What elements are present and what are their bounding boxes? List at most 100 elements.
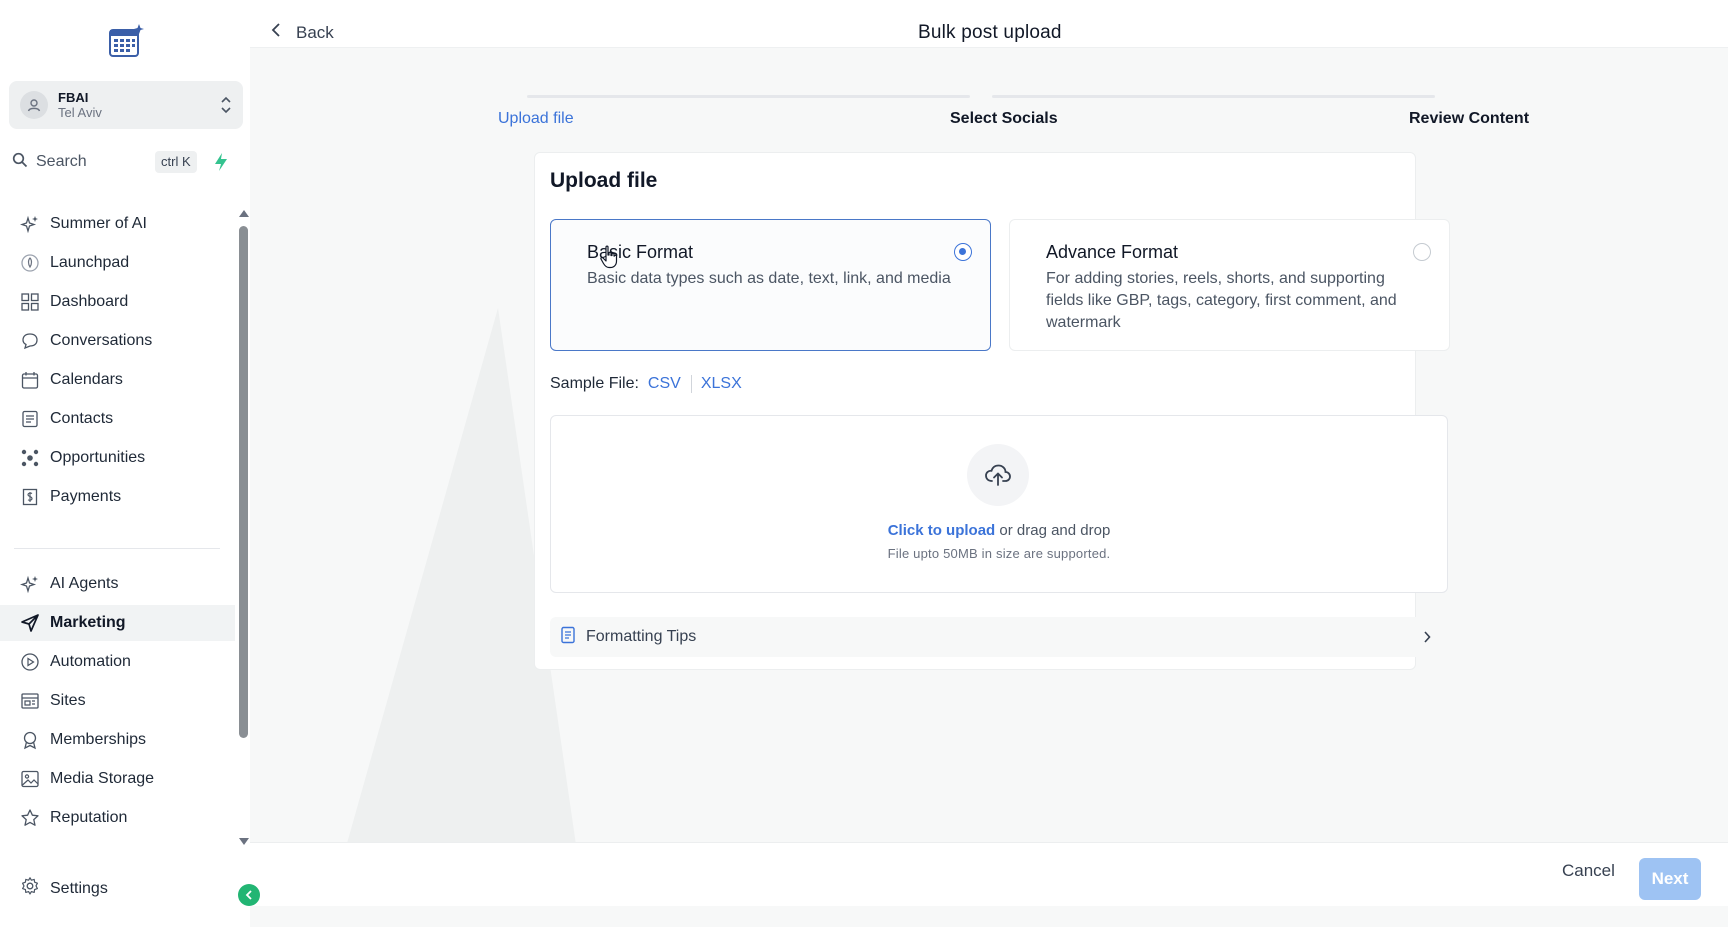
chevron-left-icon xyxy=(270,22,282,43)
opportunities-icon xyxy=(20,448,40,468)
rocket-icon xyxy=(20,253,40,273)
sidebar: FBAI Tel Aviv Search ctrl K Summer of AI… xyxy=(0,0,250,927)
footer-bar: Cancel Next xyxy=(250,842,1728,906)
gear-icon xyxy=(20,876,40,901)
sidebar-item-opportunities[interactable]: Opportunities xyxy=(0,440,235,476)
step-progress-line xyxy=(527,95,970,98)
file-dropzone[interactable]: Click to upload or drag and drop File up… xyxy=(550,415,1448,593)
step-upload-file: Upload file xyxy=(498,110,574,127)
settings-label: Settings xyxy=(50,879,108,897)
document-icon xyxy=(560,626,576,649)
sidebar-item-contacts[interactable]: Contacts xyxy=(0,401,235,437)
bottom-strip xyxy=(250,906,1728,927)
sidebar-item-label: Conversations xyxy=(50,332,153,349)
search-label: Search xyxy=(36,153,87,170)
chat-icon xyxy=(20,331,40,351)
account-location: Tel Aviv xyxy=(58,105,102,120)
advance-format-radio[interactable] xyxy=(1413,243,1431,261)
sidebar-item-payments[interactable]: Payments xyxy=(0,479,235,515)
sidebar-item-calendars[interactable]: Calendars xyxy=(0,362,235,398)
formatting-tips-accordion[interactable]: Formatting Tips xyxy=(550,617,1448,657)
sidebar-item-label: Automation xyxy=(50,653,131,670)
play-icon xyxy=(20,652,40,672)
chevron-left-icon xyxy=(245,890,252,900)
next-button[interactable]: Next xyxy=(1639,858,1701,900)
cancel-button[interactable]: Cancel xyxy=(1562,861,1615,881)
sidebar-item-label: Payments xyxy=(50,488,122,505)
step-progress-line xyxy=(992,95,1435,98)
top-bar: Back Bulk post upload xyxy=(250,0,1728,48)
sidebar-item-label: Contacts xyxy=(50,410,114,427)
advance-format-option[interactable]: Advance Format For adding stories, reels… xyxy=(1009,219,1450,351)
format-title: Advance Format xyxy=(1046,242,1179,262)
divider xyxy=(690,375,692,393)
sidebar-item-dashboard[interactable]: Dashboard xyxy=(0,284,235,320)
account-switcher[interactable]: FBAI Tel Aviv xyxy=(9,81,243,129)
sidebar-item-conversations[interactable]: Conversations xyxy=(0,323,235,359)
sidebar-scrollbar[interactable] xyxy=(236,210,250,850)
upload-card: Upload file Basic Format Basic data type… xyxy=(534,152,1450,670)
hand-cursor-icon xyxy=(599,245,619,269)
avatar xyxy=(20,91,48,119)
sites-icon xyxy=(20,691,40,711)
contacts-icon xyxy=(20,409,40,429)
sidebar-item-label: Sites xyxy=(50,692,86,709)
sidebar-item-sites[interactable]: Sites xyxy=(0,683,235,719)
sidebar-item-marketing[interactable]: Marketing xyxy=(0,605,235,641)
upload-instructions: Click to upload or drag and drop xyxy=(551,522,1447,539)
chevron-right-icon xyxy=(1422,629,1432,645)
scroll-thumb[interactable] xyxy=(239,226,248,738)
sidebar-item-settings[interactable]: Settings xyxy=(20,876,108,901)
sparkle-icon xyxy=(20,574,40,594)
upload-rest-text: or drag and drop xyxy=(995,522,1111,539)
chevron-up-down-icon xyxy=(219,93,233,117)
step-review-content: Review Content xyxy=(1409,110,1530,127)
sidebar-item-reputation[interactable]: Reputation xyxy=(0,800,235,836)
basic-format-radio[interactable] xyxy=(954,243,972,261)
sample-xlsx-link[interactable]: XLSX xyxy=(701,375,742,393)
sparkle-icon xyxy=(20,214,40,234)
payments-icon xyxy=(20,487,40,507)
sample-csv-link[interactable]: CSV xyxy=(648,375,681,393)
format-description: For adding stories, reels, shorts, and s… xyxy=(1046,270,1397,331)
account-name: FBAI xyxy=(58,90,89,105)
sidebar-item-label: Launchpad xyxy=(50,254,130,271)
sidebar-item-label: Dashboard xyxy=(50,293,129,310)
search-bar[interactable]: Search ctrl K xyxy=(12,150,244,174)
step-select-socials: Select Socials xyxy=(950,110,1058,127)
upload-hint: File upto 50MB in size are supported. xyxy=(887,546,1111,561)
scroll-down-arrow-icon[interactable] xyxy=(239,838,249,845)
collapse-sidebar-button[interactable] xyxy=(238,884,260,906)
sidebar-item-label: Summer of AI xyxy=(50,215,147,232)
sidebar-item-label: Marketing xyxy=(50,614,126,631)
basic-format-option[interactable]: Basic Format Basic data types such as da… xyxy=(550,219,991,351)
sidebar-item-media-storage[interactable]: Media Storage xyxy=(0,761,235,797)
dashboard-icon xyxy=(20,292,40,312)
sidebar-item-label: Memberships xyxy=(50,731,147,748)
sidebar-item-ai-agents[interactable]: AI Agents xyxy=(0,566,235,602)
lightning-icon[interactable] xyxy=(212,152,230,172)
upload-cloud-icon xyxy=(967,444,1029,506)
send-icon xyxy=(20,613,40,633)
sidebar-divider xyxy=(14,548,220,549)
calendar-logo-icon[interactable] xyxy=(106,22,146,60)
badge-icon xyxy=(20,730,40,750)
search-icon xyxy=(12,152,28,173)
back-button[interactable]: Back xyxy=(270,22,334,43)
calendar-icon xyxy=(20,370,40,390)
click-to-upload-link[interactable]: Click to upload xyxy=(888,522,996,539)
sidebar-item-launchpad[interactable]: Launchpad xyxy=(0,245,235,281)
main-content: Upload file Select Socials Review Conten… xyxy=(250,48,1728,927)
search-shortcut: ctrl K xyxy=(155,151,197,173)
sidebar-item-automation[interactable]: Automation xyxy=(0,644,235,680)
sidebar-item-memberships[interactable]: Memberships xyxy=(0,722,235,758)
sample-file-row: Sample File: CSV XLSX xyxy=(550,375,742,393)
sidebar-item-summer-of-ai[interactable]: Summer of AI xyxy=(0,206,235,242)
formatting-tips-label: Formatting Tips xyxy=(586,628,697,645)
format-description: Basic data types such as date, text, lin… xyxy=(587,270,951,287)
sidebar-item-label: AI Agents xyxy=(50,575,119,592)
page-title: Bulk post upload xyxy=(918,22,1062,43)
sidebar-item-label: Opportunities xyxy=(50,449,146,466)
scroll-up-arrow-icon[interactable] xyxy=(239,210,249,217)
sidebar-item-label: Calendars xyxy=(50,371,123,388)
